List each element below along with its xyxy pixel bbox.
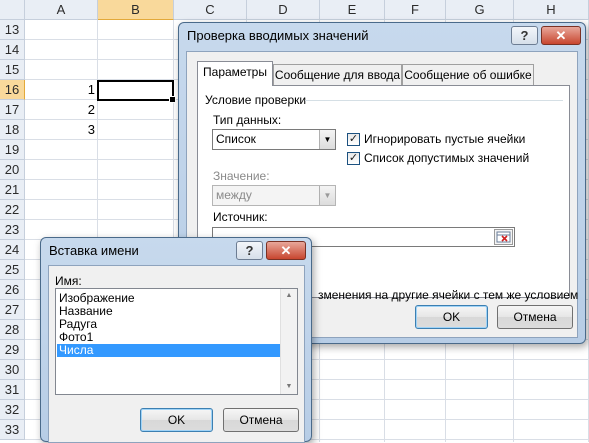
row-header-26[interactable]: 26 bbox=[0, 280, 25, 300]
in-cell-dropdown-label[interactable]: Список допустимых значений bbox=[364, 151, 529, 165]
tab-parameters-label: Параметры bbox=[203, 65, 267, 79]
cancel-button-label: Отмена bbox=[513, 310, 557, 324]
row-header-24[interactable]: 24 bbox=[0, 240, 25, 260]
column-header-h[interactable]: H bbox=[514, 0, 589, 20]
tab-input-message[interactable]: Сообщение для ввода bbox=[273, 64, 402, 85]
range-picker-icon[interactable] bbox=[494, 229, 513, 245]
row-header-27[interactable]: 27 bbox=[0, 300, 25, 320]
row-header-16[interactable]: 16 bbox=[0, 80, 25, 100]
ignore-blank-label[interactable]: Игнорировать пустые ячейки bbox=[364, 132, 525, 146]
list-item-selected[interactable]: Числа bbox=[57, 344, 280, 357]
row-header-30[interactable]: 30 bbox=[0, 360, 25, 380]
source-label: Источник: bbox=[213, 210, 268, 224]
data-type-select[interactable]: Список ▼ bbox=[212, 129, 336, 150]
chevron-down-icon[interactable]: ▼ bbox=[319, 130, 335, 149]
cell-a18[interactable]: 3 bbox=[26, 120, 97, 140]
row-header-31[interactable]: 31 bbox=[0, 380, 25, 400]
apply-to-all-label: зменения на другие ячейки с тем же услов… bbox=[318, 288, 579, 302]
column-header-c[interactable]: C bbox=[174, 0, 247, 20]
close-icon: ✕ bbox=[280, 243, 292, 258]
paste-name-body: Имя: Изображение Название Радуга Фото1 Ч… bbox=[48, 265, 305, 443]
names-listbox[interactable]: Изображение Название Радуга Фото1 Числа … bbox=[55, 288, 298, 395]
scroll-up-icon[interactable]: ▲ bbox=[281, 289, 297, 303]
value-label: Значение: bbox=[213, 169, 270, 183]
tab-parameters[interactable]: Параметры bbox=[197, 61, 273, 86]
group-divider bbox=[305, 100, 563, 101]
data-type-value: Список bbox=[216, 132, 256, 146]
names-scrollbar[interactable]: ▲ ▼ bbox=[280, 289, 297, 394]
close-icon: ✕ bbox=[555, 28, 567, 43]
ok-button-label: OK bbox=[442, 310, 461, 324]
help-button[interactable]: ? bbox=[511, 26, 538, 45]
ok-button-label: OK bbox=[167, 413, 186, 427]
data-type-label: Тип данных: bbox=[213, 113, 282, 127]
chevron-down-icon: ▼ bbox=[319, 186, 335, 205]
column-header-g[interactable]: G bbox=[446, 0, 514, 20]
ignore-blank-checkbox[interactable]: ✓ bbox=[347, 133, 360, 146]
row-header-32[interactable]: 32 bbox=[0, 400, 25, 420]
row-header-28[interactable]: 28 bbox=[0, 320, 25, 340]
row-header-21[interactable]: 21 bbox=[0, 180, 25, 200]
row-header-14[interactable]: 14 bbox=[0, 40, 25, 60]
check-icon: ✓ bbox=[348, 133, 359, 145]
row-header-25[interactable]: 25 bbox=[0, 260, 25, 280]
cell-a17[interactable]: 2 bbox=[26, 100, 97, 120]
scroll-down-icon[interactable]: ▼ bbox=[281, 380, 297, 394]
tab-error-alert-label: Сообщение об ошибке bbox=[404, 68, 532, 82]
paste-name-dialog: Вставка имени ? ✕ Имя: Изображение Назва… bbox=[40, 237, 312, 443]
column-header-a[interactable]: A bbox=[25, 0, 98, 20]
column-header-d[interactable]: D bbox=[247, 0, 320, 20]
help-icon: ? bbox=[520, 28, 529, 43]
paste-name-title: Вставка имени bbox=[49, 243, 139, 258]
select-all-corner[interactable] bbox=[0, 0, 25, 20]
close-button[interactable]: ✕ bbox=[541, 26, 581, 45]
help-button[interactable]: ? bbox=[236, 241, 263, 260]
in-cell-dropdown-checkbox[interactable]: ✓ bbox=[347, 152, 360, 165]
row-header-17[interactable]: 17 bbox=[0, 100, 25, 120]
ok-button[interactable]: OK bbox=[140, 408, 213, 432]
row-header-13[interactable]: 13 bbox=[0, 20, 25, 40]
column-header-e[interactable]: E bbox=[320, 0, 385, 20]
cancel-button-label: Отмена bbox=[239, 413, 283, 427]
check-icon: ✓ bbox=[348, 152, 359, 164]
column-header-f[interactable]: F bbox=[385, 0, 446, 20]
close-button[interactable]: ✕ bbox=[266, 241, 306, 260]
cancel-button[interactable]: Отмена bbox=[223, 408, 299, 432]
tab-input-message-label: Сообщение для ввода bbox=[274, 68, 401, 82]
validation-dialog-title: Проверка вводимых значений bbox=[187, 28, 369, 43]
row-header-19[interactable]: 19 bbox=[0, 140, 25, 160]
active-cell-b16[interactable] bbox=[97, 80, 176, 103]
row-header-22[interactable]: 22 bbox=[0, 200, 25, 220]
row-header-23[interactable]: 23 bbox=[0, 220, 25, 240]
value-select-value: между bbox=[216, 188, 252, 202]
row-header-29[interactable]: 29 bbox=[0, 340, 25, 360]
row-header-33[interactable]: 33 bbox=[0, 420, 25, 440]
row-header-18[interactable]: 18 bbox=[0, 120, 25, 140]
help-icon: ? bbox=[245, 243, 254, 258]
value-select: между ▼ bbox=[212, 185, 336, 206]
cancel-button[interactable]: Отмена bbox=[497, 305, 573, 329]
row-header-15[interactable]: 15 bbox=[0, 60, 25, 80]
tab-error-alert[interactable]: Сообщение об ошибке bbox=[402, 64, 534, 85]
row-header-20[interactable]: 20 bbox=[0, 160, 25, 180]
names-label: Имя: bbox=[55, 274, 82, 288]
ok-button[interactable]: OK bbox=[415, 305, 488, 329]
column-header-b[interactable]: B bbox=[98, 0, 174, 20]
cell-a16[interactable]: 1 bbox=[26, 80, 97, 100]
validation-criteria-title: Условие проверки bbox=[205, 93, 307, 107]
